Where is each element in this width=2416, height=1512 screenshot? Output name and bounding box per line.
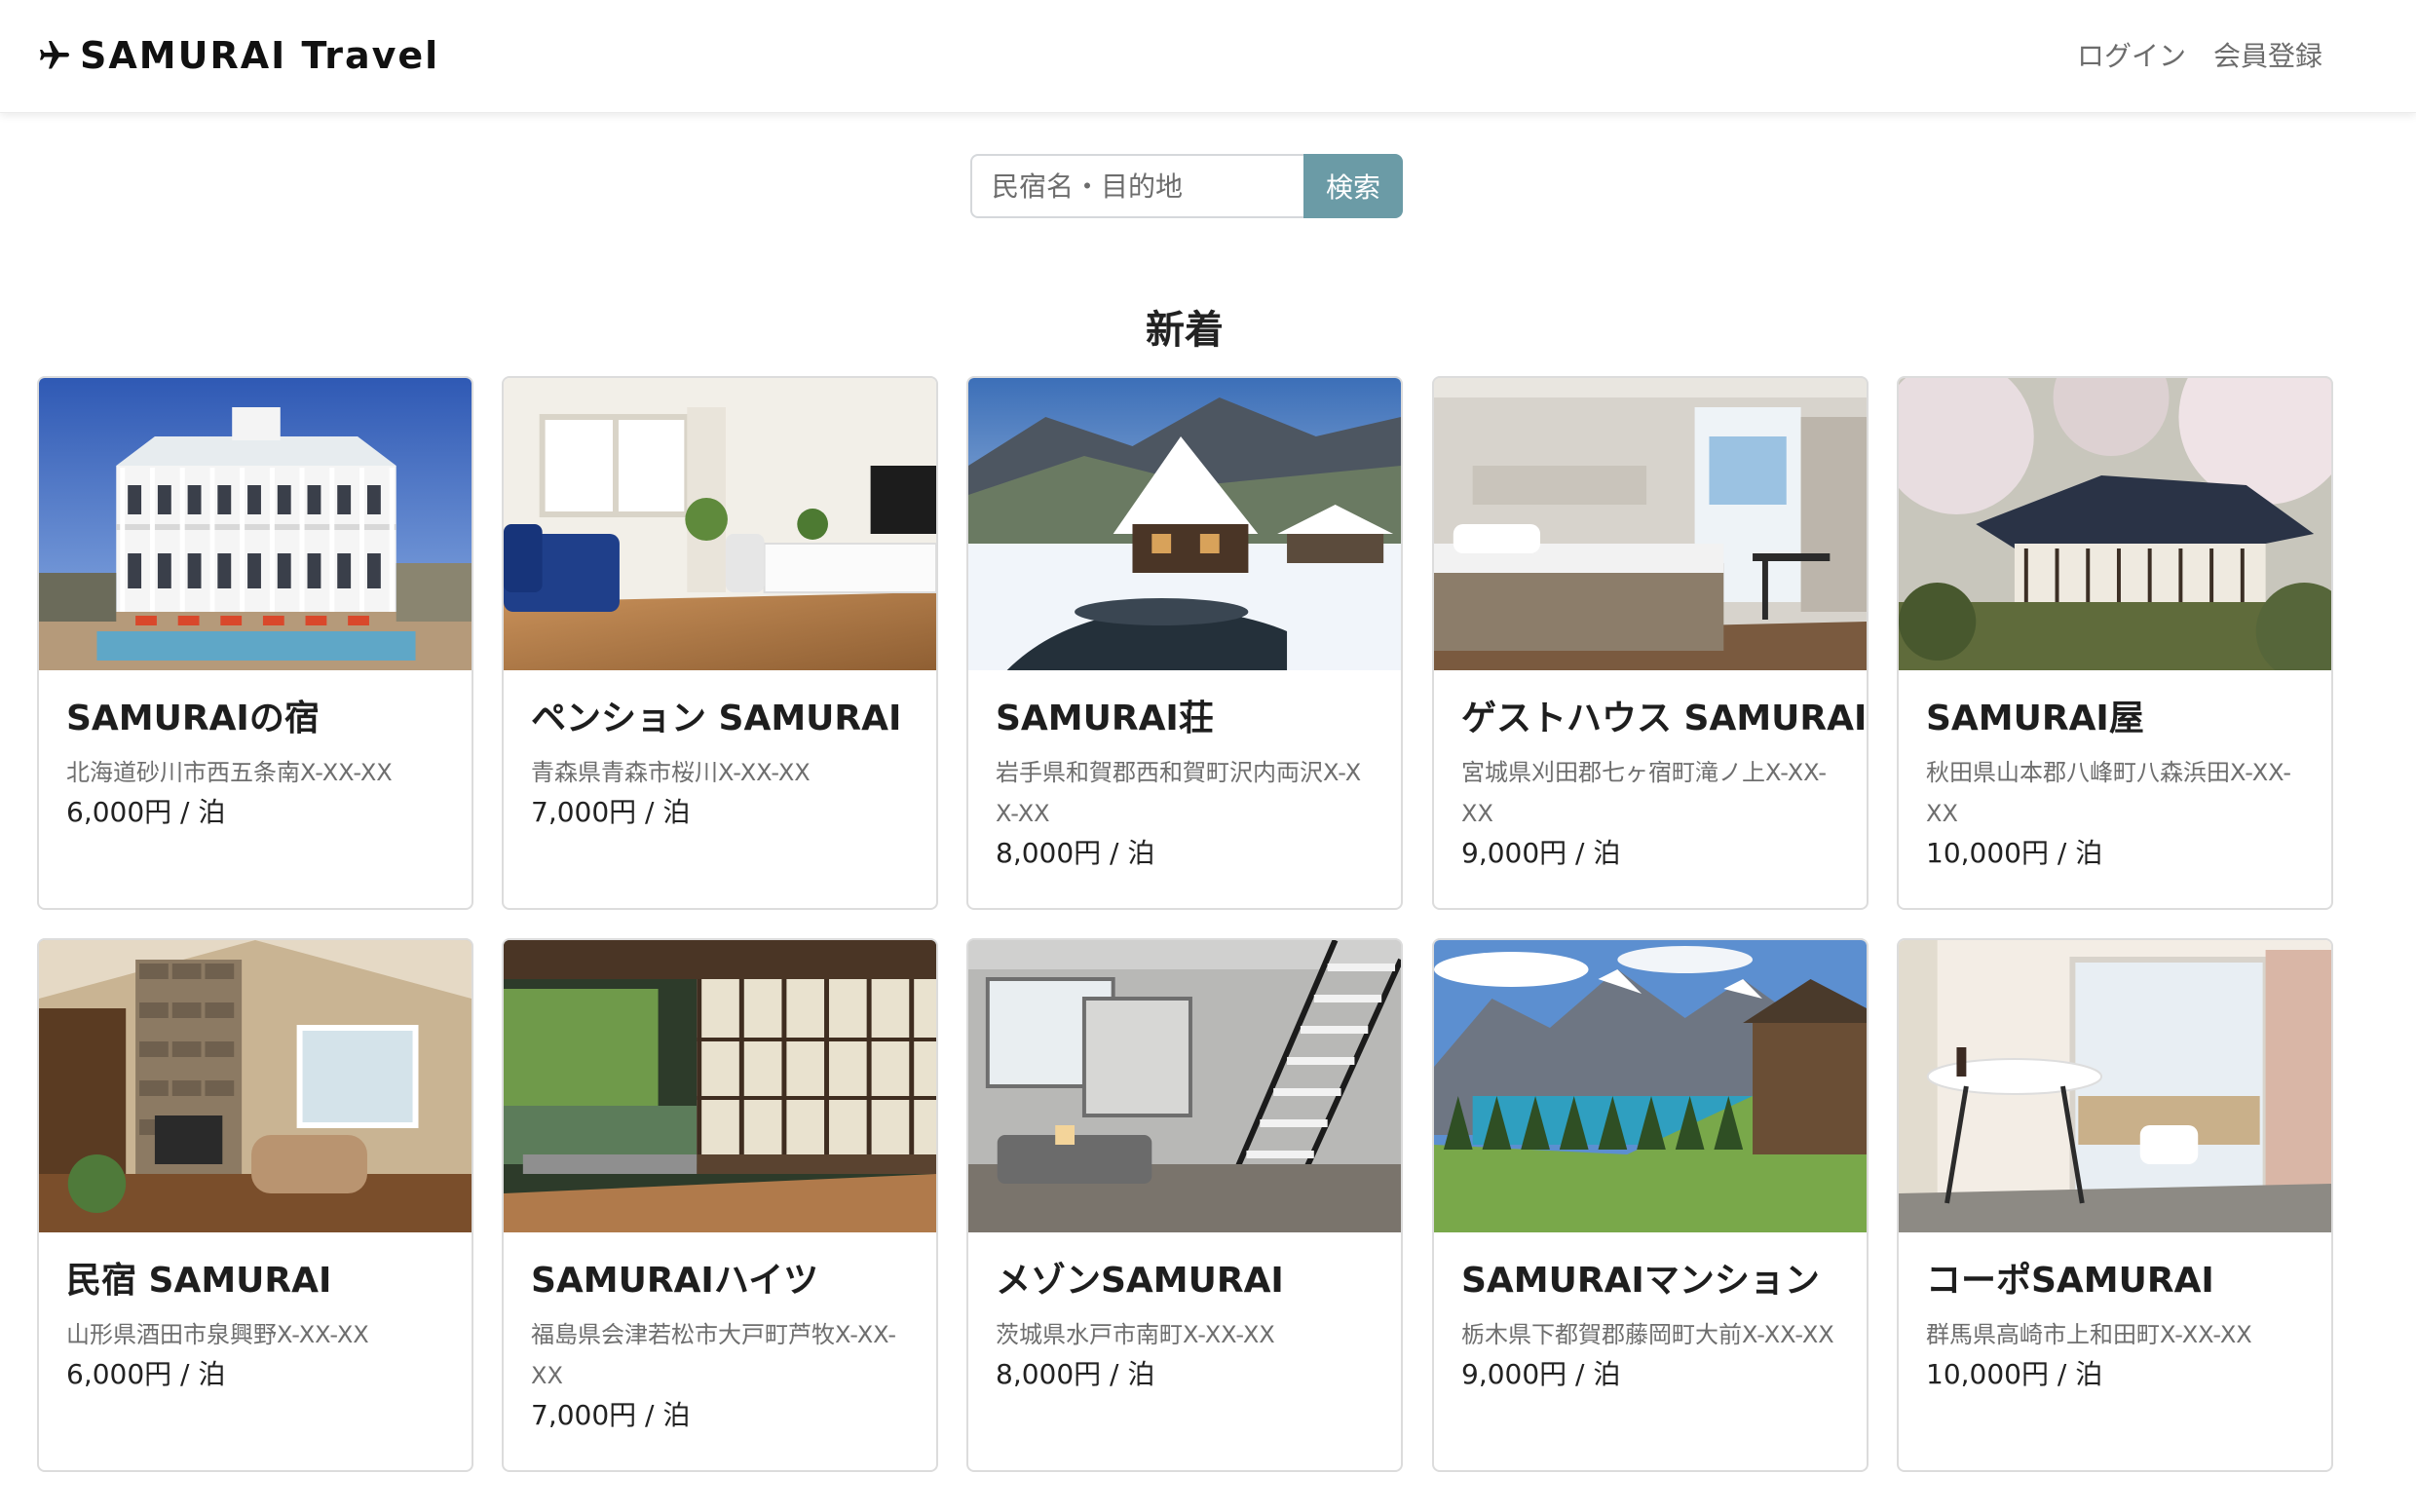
card-body: ペンション SAMURAI 青森県青森市桜川X-XX-XX 7,000円 / 泊 bbox=[504, 670, 936, 832]
listing-card[interactable]: 民宿 SAMURAI 山形県酒田市泉興野X-XX-XX 6,000円 / 泊 bbox=[37, 938, 473, 1472]
listing-price: 9,000円 / 泊 bbox=[1461, 1358, 1621, 1390]
listing-image[interactable] bbox=[1899, 378, 2331, 670]
listing-price: 7,000円 / 泊 bbox=[531, 796, 691, 828]
listing-image[interactable] bbox=[1434, 940, 1867, 1232]
listing-price: 10,000円 / 泊 bbox=[1926, 837, 2103, 869]
listing-name[interactable]: SAMURAIハイツ bbox=[531, 1258, 909, 1304]
listing-card[interactable]: ゲストハウス SAMURAI 宮城県刈田郡七ヶ宿町滝ノ上X-XX-XX 9,00… bbox=[1432, 376, 1869, 910]
listing-price: 6,000円 / 泊 bbox=[66, 1358, 226, 1390]
listing-name[interactable]: ゲストハウス SAMURAI bbox=[1461, 696, 1867, 742]
listing-card[interactable]: SAMURAI屋 秋田県山本郡八峰町八森浜田X-XX-XX 10,000円 / … bbox=[1897, 376, 2333, 910]
listing-image[interactable] bbox=[968, 378, 1401, 670]
listing-image[interactable] bbox=[39, 378, 472, 670]
listing-address: 福島県会津若松市大戸町芦牧X-XX-XX bbox=[531, 1321, 897, 1389]
navbar: SAMURAI Travel ログイン 会員登録 bbox=[0, 0, 2416, 113]
search-button[interactable]: 検索 bbox=[1303, 154, 1403, 218]
register-link[interactable]: 会員登録 bbox=[2213, 35, 2322, 74]
listing-image[interactable] bbox=[504, 378, 936, 670]
listing-price: 10,000円 / 泊 bbox=[1926, 1358, 2103, 1390]
listing-name[interactable]: ペンション SAMURAI bbox=[531, 696, 909, 742]
listing-address: 栃木県下都賀郡藤岡町大前X-XX-XX bbox=[1461, 1321, 1834, 1348]
listing-image[interactable] bbox=[39, 940, 472, 1232]
listing-card[interactable]: SAMURAIの宿 北海道砂川市西五条南X-XX-XX 6,000円 / 泊 bbox=[37, 376, 473, 910]
listing-address: 宮城県刈田郡七ヶ宿町滝ノ上X-XX-XX bbox=[1461, 759, 1828, 827]
card-body: SAMURAIハイツ 福島県会津若松市大戸町芦牧X-XX-XX 7,000円 /… bbox=[504, 1232, 936, 1435]
listing-image[interactable] bbox=[1899, 940, 2331, 1232]
listing-address: 北海道砂川市西五条南X-XX-XX bbox=[66, 759, 393, 786]
brand-name: SAMURAI Travel bbox=[80, 34, 440, 77]
card-body: SAMURAI屋 秋田県山本郡八峰町八森浜田X-XX-XX 10,000円 / … bbox=[1899, 670, 2331, 873]
login-link[interactable]: ログイン bbox=[2077, 35, 2186, 74]
card-body: SAMURAIの宿 北海道砂川市西五条南X-XX-XX 6,000円 / 泊 bbox=[39, 670, 472, 832]
card-body: メゾンSAMURAI 茨城県水戸市南町X-XX-XX 8,000円 / 泊 bbox=[968, 1232, 1401, 1394]
listing-address: 山形県酒田市泉興野X-XX-XX bbox=[66, 1321, 369, 1348]
listing-name[interactable]: SAMURAI荘 bbox=[996, 696, 1374, 742]
listing-image[interactable] bbox=[504, 940, 936, 1232]
listing-card[interactable]: ペンション SAMURAI 青森県青森市桜川X-XX-XX 7,000円 / 泊 bbox=[502, 376, 938, 910]
brand-logo[interactable]: SAMURAI Travel bbox=[37, 33, 439, 78]
listing-image[interactable] bbox=[968, 940, 1401, 1232]
listing-price: 6,000円 / 泊 bbox=[66, 796, 226, 828]
listing-price: 9,000円 / 泊 bbox=[1461, 837, 1621, 869]
listing-price: 8,000円 / 泊 bbox=[996, 1358, 1155, 1390]
listing-name[interactable]: メゾンSAMURAI bbox=[996, 1258, 1374, 1304]
listing-price: 8,000円 / 泊 bbox=[996, 837, 1155, 869]
listing-card[interactable]: メゾンSAMURAI 茨城県水戸市南町X-XX-XX 8,000円 / 泊 bbox=[966, 938, 1403, 1472]
listing-card[interactable]: SAMURAIマンション 栃木県下都賀郡藤岡町大前X-XX-XX 9,000円 … bbox=[1432, 938, 1869, 1472]
section-title: 新着 bbox=[1146, 308, 1224, 353]
airplane-icon bbox=[40, 41, 69, 69]
nav-links: ログイン 会員登録 bbox=[2077, 35, 2322, 74]
listing-address: 青森県青森市桜川X-XX-XX bbox=[531, 759, 811, 786]
card-body: ゲストハウス SAMURAI 宮城県刈田郡七ヶ宿町滝ノ上X-XX-XX 9,00… bbox=[1434, 670, 1867, 873]
listing-name[interactable]: SAMURAIマンション bbox=[1461, 1258, 1839, 1304]
listing-name[interactable]: SAMURAIの宿 bbox=[66, 696, 444, 742]
search-input[interactable] bbox=[970, 154, 1303, 218]
listing-card[interactable]: SAMURAI荘 岩手県和賀郡西和賀町沢内両沢X-XX-XX 8,000円 / … bbox=[966, 376, 1403, 910]
search-form: 検索 bbox=[970, 154, 1403, 218]
card-body: SAMURAIマンション 栃木県下都賀郡藤岡町大前X-XX-XX 9,000円 … bbox=[1434, 1232, 1867, 1394]
listing-name[interactable]: コーポSAMURAI bbox=[1926, 1258, 2304, 1304]
card-body: SAMURAI荘 岩手県和賀郡西和賀町沢内両沢X-XX-XX 8,000円 / … bbox=[968, 670, 1401, 873]
card-body: 民宿 SAMURAI 山形県酒田市泉興野X-XX-XX 6,000円 / 泊 bbox=[39, 1232, 472, 1394]
listing-card[interactable]: SAMURAIハイツ 福島県会津若松市大戸町芦牧X-XX-XX 7,000円 /… bbox=[502, 938, 938, 1472]
listing-address: 群馬県高崎市上和田町X-XX-XX bbox=[1926, 1321, 2252, 1348]
listing-card[interactable]: コーポSAMURAI 群馬県高崎市上和田町X-XX-XX 10,000円 / 泊 bbox=[1897, 938, 2333, 1472]
listing-name[interactable]: SAMURAI屋 bbox=[1926, 696, 2304, 742]
listing-name[interactable]: 民宿 SAMURAI bbox=[66, 1258, 444, 1304]
listing-address: 岩手県和賀郡西和賀町沢内両沢X-XX-XX bbox=[996, 759, 1362, 827]
listing-address: 茨城県水戸市南町X-XX-XX bbox=[996, 1321, 1275, 1348]
listing-image[interactable] bbox=[1434, 378, 1867, 670]
listing-address: 秋田県山本郡八峰町八森浜田X-XX-XX bbox=[1926, 759, 2292, 827]
listing-price: 7,000円 / 泊 bbox=[531, 1399, 691, 1431]
card-body: コーポSAMURAI 群馬県高崎市上和田町X-XX-XX 10,000円 / 泊 bbox=[1899, 1232, 2331, 1394]
